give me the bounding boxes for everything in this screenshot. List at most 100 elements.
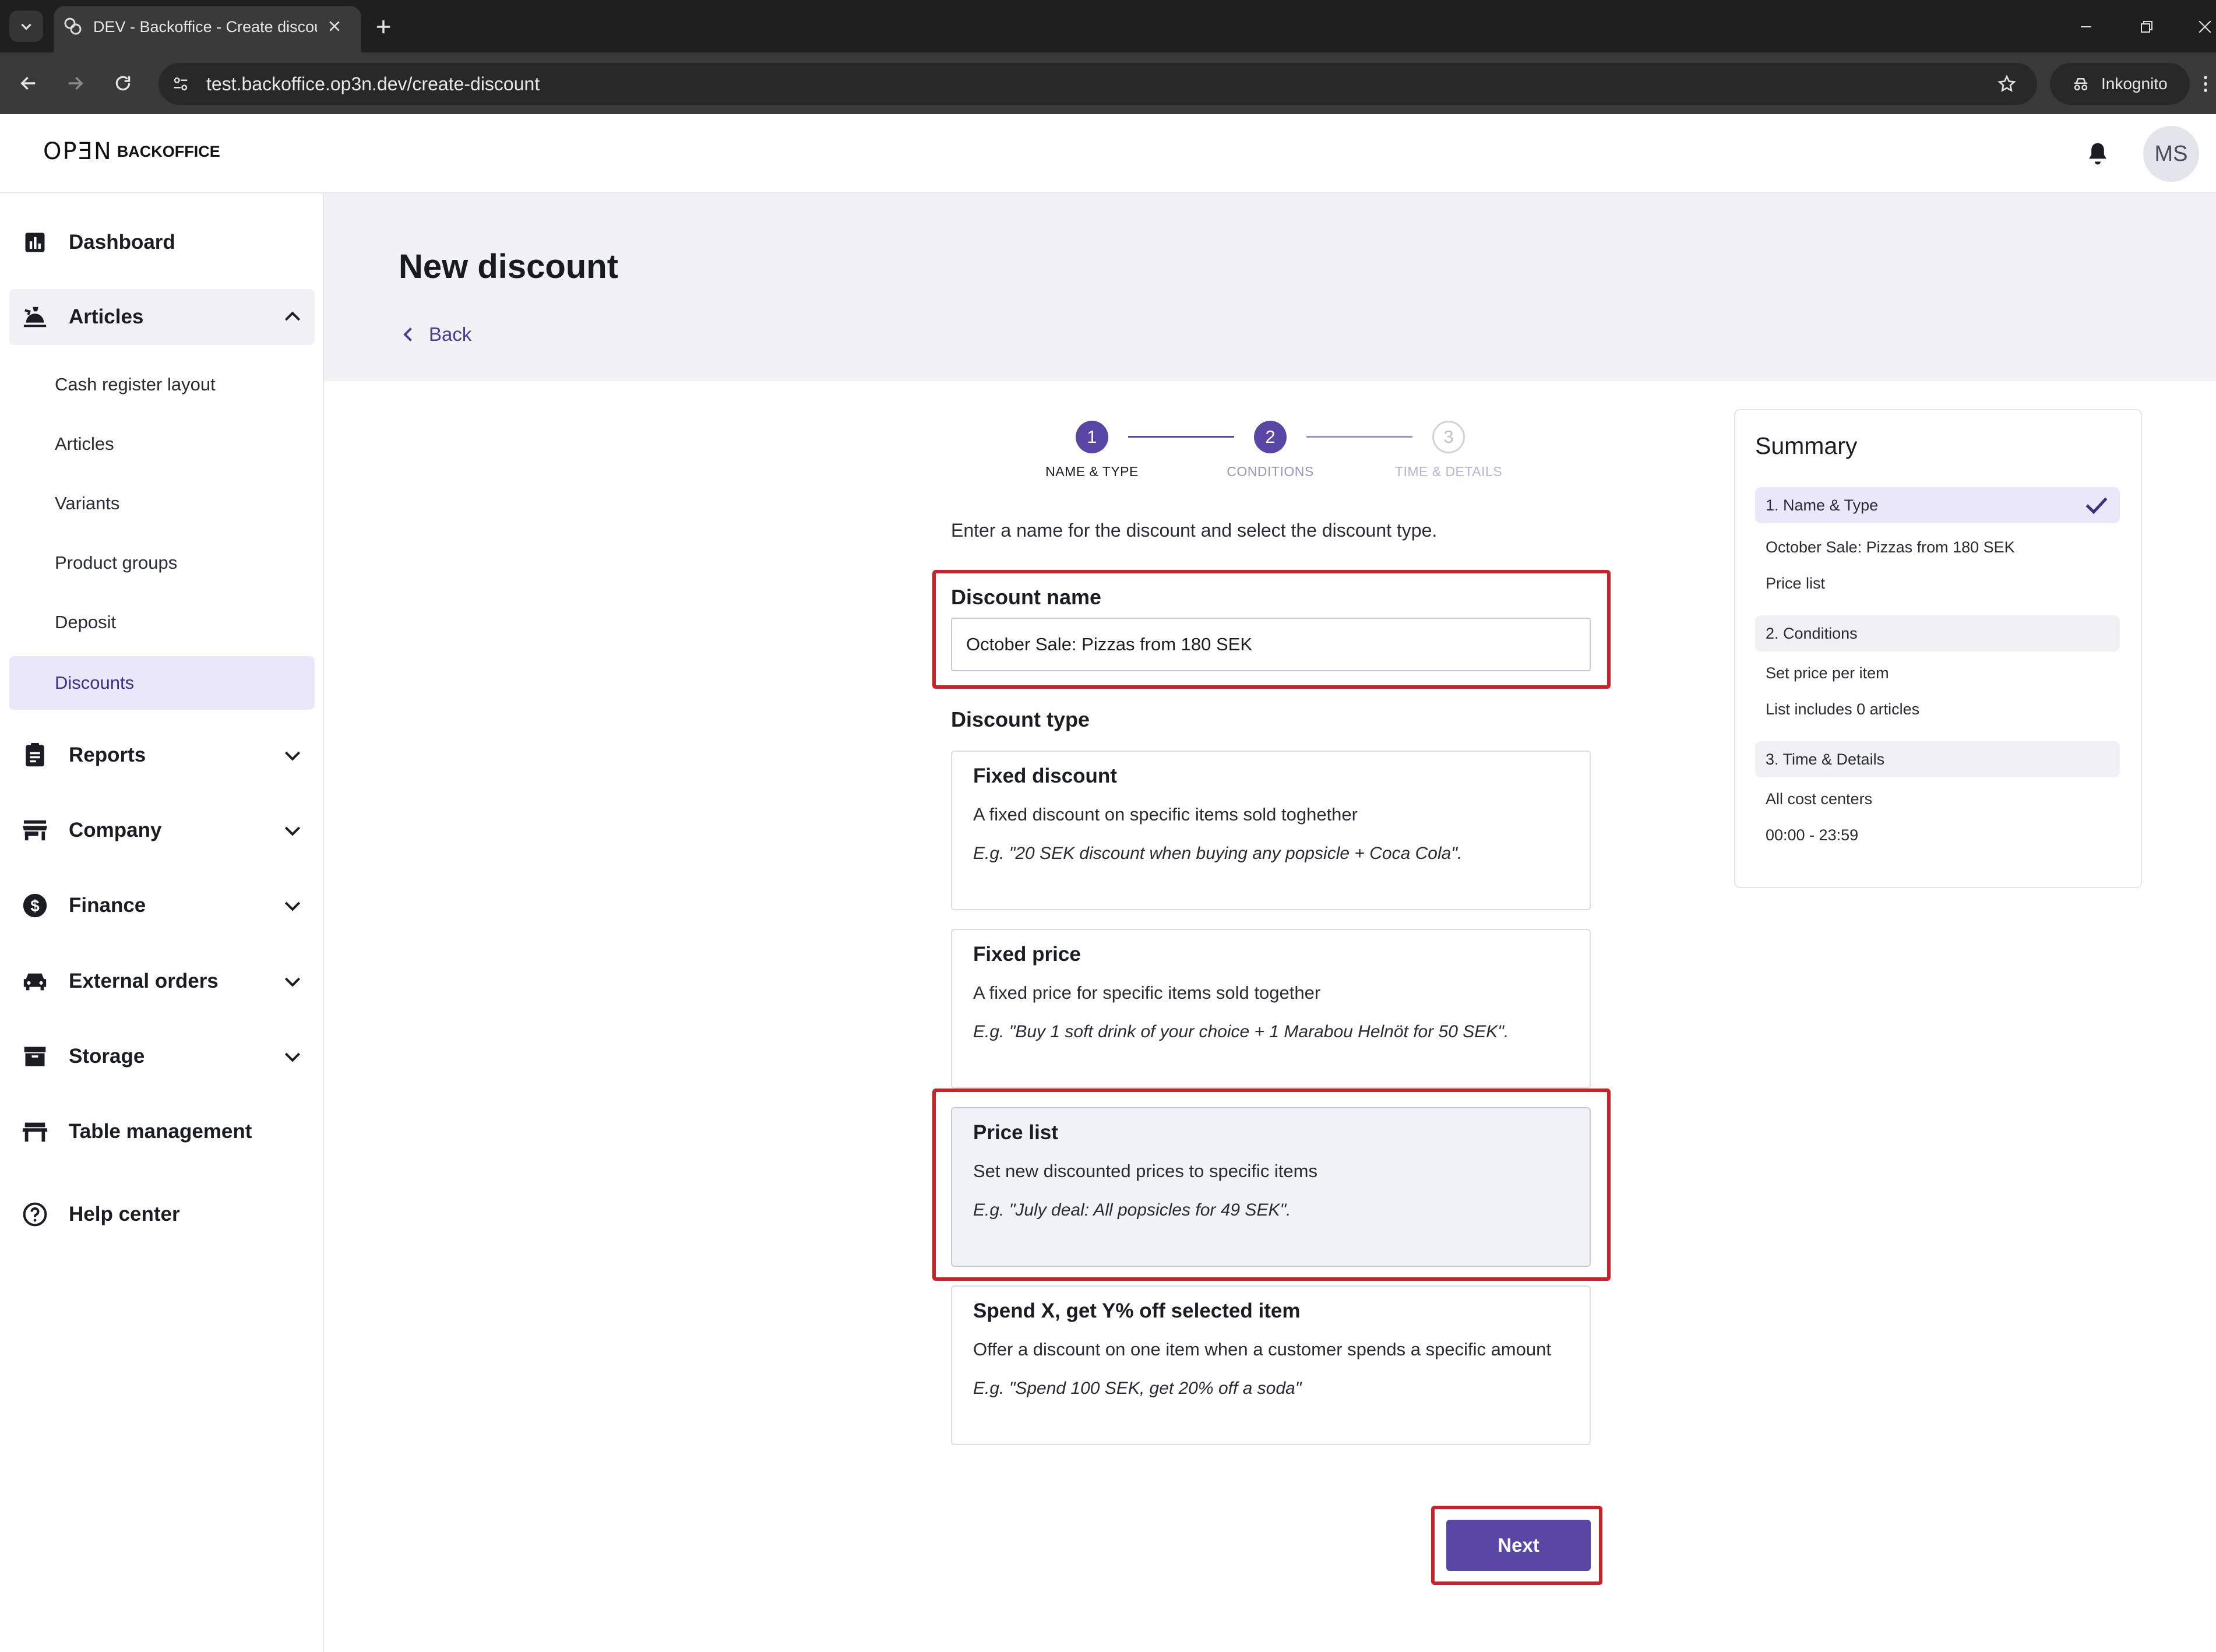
summary-line: List includes 0 articles bbox=[1766, 700, 1920, 718]
summary-section-label: 3. Time & Details bbox=[1766, 750, 1885, 768]
sidebar-subitem-variants[interactable]: Variants bbox=[9, 477, 315, 530]
back-label: Back bbox=[429, 323, 472, 345]
new-tab-button[interactable] bbox=[371, 14, 396, 40]
chevron-down-icon bbox=[21, 23, 31, 30]
window-close-button[interactable] bbox=[2191, 13, 2216, 41]
sidebar-subitem-label: Discounts bbox=[55, 672, 135, 693]
incognito-icon bbox=[2074, 78, 2088, 91]
forward-nav-button[interactable] bbox=[59, 68, 91, 99]
sidebar-item-label: Reports bbox=[69, 744, 146, 766]
chevron-down-icon bbox=[284, 977, 301, 987]
form-intro-text: Enter a name for the discount and select… bbox=[951, 520, 1438, 541]
sidebar-subitem-deposit[interactable]: Deposit bbox=[9, 596, 315, 649]
kebab-menu-icon bbox=[2204, 76, 2207, 92]
sidebar-subitem-cash-register-layout[interactable]: Cash register layout bbox=[9, 358, 315, 411]
sidebar-item-label: Storage bbox=[69, 1045, 145, 1068]
step-3-indicator: 3 bbox=[1432, 421, 1465, 453]
table-icon bbox=[20, 1116, 50, 1147]
back-link[interactable]: Back bbox=[401, 318, 471, 351]
sidebar-item-table-management[interactable]: Table management bbox=[9, 1104, 315, 1160]
clipboard-icon bbox=[20, 740, 50, 770]
sidebar-item-dashboard[interactable]: Dashboard bbox=[9, 214, 315, 270]
archive-box-icon bbox=[20, 1041, 50, 1072]
tab-close-button[interactable] bbox=[324, 16, 345, 37]
sidebar-item-label: Finance bbox=[69, 894, 146, 917]
step-connector bbox=[1306, 436, 1412, 438]
back-nav-button[interactable] bbox=[13, 68, 44, 99]
chevron-down-icon bbox=[284, 751, 301, 761]
chevron-left-icon bbox=[403, 327, 412, 341]
type-example: E.g. "July deal: All popsicles for 49 SE… bbox=[973, 1200, 1291, 1220]
sidebar-subitem-label: Variants bbox=[55, 493, 120, 513]
discount-type-label: Discount type bbox=[951, 707, 1090, 731]
logo[interactable]: OPƎN BACKOFFICE bbox=[43, 134, 230, 169]
dollar-circle-icon: $ bbox=[20, 890, 50, 921]
type-title: Spend X, get Y% off selected item bbox=[973, 1299, 1301, 1322]
reload-button[interactable] bbox=[107, 68, 139, 99]
sidebar-item-help-center[interactable]: Help center bbox=[9, 1186, 315, 1242]
discount-name-input[interactable] bbox=[951, 618, 1591, 671]
site-info-button[interactable] bbox=[165, 69, 196, 99]
checkmark-icon bbox=[2085, 497, 2108, 515]
sidebar-item-label: Table management bbox=[69, 1120, 252, 1143]
summary-line: Set price per item bbox=[1766, 664, 1889, 682]
step-1-label: NAME & TYPE bbox=[1045, 464, 1139, 479]
arrow-left-icon bbox=[20, 76, 36, 90]
url-text[interactable]: test.backoffice.op3n.dev/create-discount bbox=[206, 71, 540, 97]
restore-button[interactable] bbox=[2133, 13, 2161, 41]
minimize-button[interactable] bbox=[2072, 13, 2100, 41]
discount-type-fixed-discount[interactable]: Fixed discount A fixed discount on speci… bbox=[951, 751, 1591, 910]
sidebar-item-external-orders[interactable]: External orders bbox=[9, 953, 315, 1009]
minimize-icon bbox=[2081, 26, 2091, 27]
incognito-indicator[interactable]: Inkognito bbox=[2050, 63, 2190, 105]
discount-type-fixed-price[interactable]: Fixed price A fixed price for specific i… bbox=[951, 929, 1591, 1089]
sidebar-item-label: Company bbox=[69, 819, 162, 841]
discount-type-spend-x-get-y[interactable]: Spend X, get Y% off selected item Offer … bbox=[951, 1285, 1591, 1445]
question-circle-icon bbox=[20, 1199, 50, 1230]
sidebar-item-storage[interactable]: Storage bbox=[9, 1028, 315, 1084]
type-description: A fixed price for specific items sold to… bbox=[973, 982, 1321, 1003]
step-2-label: CONDITIONS bbox=[1227, 464, 1314, 479]
type-description: Offer a discount on one item when a cust… bbox=[973, 1339, 1551, 1359]
tab-title: DEV - Backoffice - Create discount bbox=[93, 18, 317, 36]
discount-name-label: Discount name bbox=[951, 585, 1102, 609]
type-description: A fixed discount on specific items sold … bbox=[973, 804, 1358, 825]
sidebar-subitem-discounts[interactable]: Discounts bbox=[9, 656, 315, 710]
incognito-label: Inkognito bbox=[2101, 75, 2168, 93]
browser-menu-button[interactable] bbox=[2197, 69, 2214, 99]
sidebar-item-company[interactable]: Company bbox=[9, 802, 315, 858]
next-button[interactable]: Next bbox=[1446, 1520, 1591, 1571]
arrow-right-icon bbox=[68, 76, 83, 90]
chevron-down-icon bbox=[284, 901, 301, 911]
tab-search-button[interactable] bbox=[9, 10, 43, 42]
step-3-label: TIME & DETAILS bbox=[1394, 464, 1503, 479]
tune-icon bbox=[174, 77, 188, 91]
bell-icon bbox=[2089, 143, 2106, 165]
sidebar-subitem-label: Cash register layout bbox=[55, 374, 216, 394]
sidebar-item-reports[interactable]: Reports bbox=[9, 727, 315, 783]
sidebar-subitem-product-groups[interactable]: Product groups bbox=[9, 536, 315, 590]
bar-chart-icon bbox=[20, 227, 50, 258]
app-header bbox=[0, 114, 2216, 193]
type-title: Fixed price bbox=[973, 943, 1081, 966]
bookmark-button[interactable] bbox=[1992, 69, 2022, 99]
logo-subtitle: BACKOFFICE bbox=[117, 142, 220, 160]
restore-icon bbox=[2141, 21, 2152, 33]
summary-line: Price list bbox=[1766, 575, 1826, 592]
discount-type-price-list[interactable]: Price list Set new discounted prices to … bbox=[951, 1107, 1591, 1267]
type-example: E.g. "20 SEK discount when buying any po… bbox=[973, 844, 1463, 863]
type-title: Fixed discount bbox=[973, 765, 1117, 787]
summary-section-time-details[interactable]: 3. Time & Details bbox=[1755, 741, 2120, 777]
summary-line: October Sale: Pizzas from 180 SEK bbox=[1766, 538, 2015, 556]
sidebar-item-finance[interactable]: $ Finance bbox=[9, 878, 315, 934]
notifications-button[interactable] bbox=[2083, 138, 2113, 170]
summary-section-name-type[interactable]: 1. Name & Type bbox=[1755, 487, 2120, 523]
avatar[interactable]: MS bbox=[2143, 126, 2199, 182]
sidebar-subitem-articles[interactable]: Articles bbox=[9, 417, 315, 471]
sidebar-item-articles[interactable]: Articles bbox=[9, 289, 315, 345]
page-title: New discount bbox=[399, 248, 619, 286]
step-1-indicator: 1 bbox=[1076, 421, 1108, 453]
summary-section-conditions[interactable]: 2. Conditions bbox=[1755, 615, 2120, 651]
type-title: Price list bbox=[973, 1121, 1058, 1144]
summary-title: Summary bbox=[1755, 432, 1858, 459]
